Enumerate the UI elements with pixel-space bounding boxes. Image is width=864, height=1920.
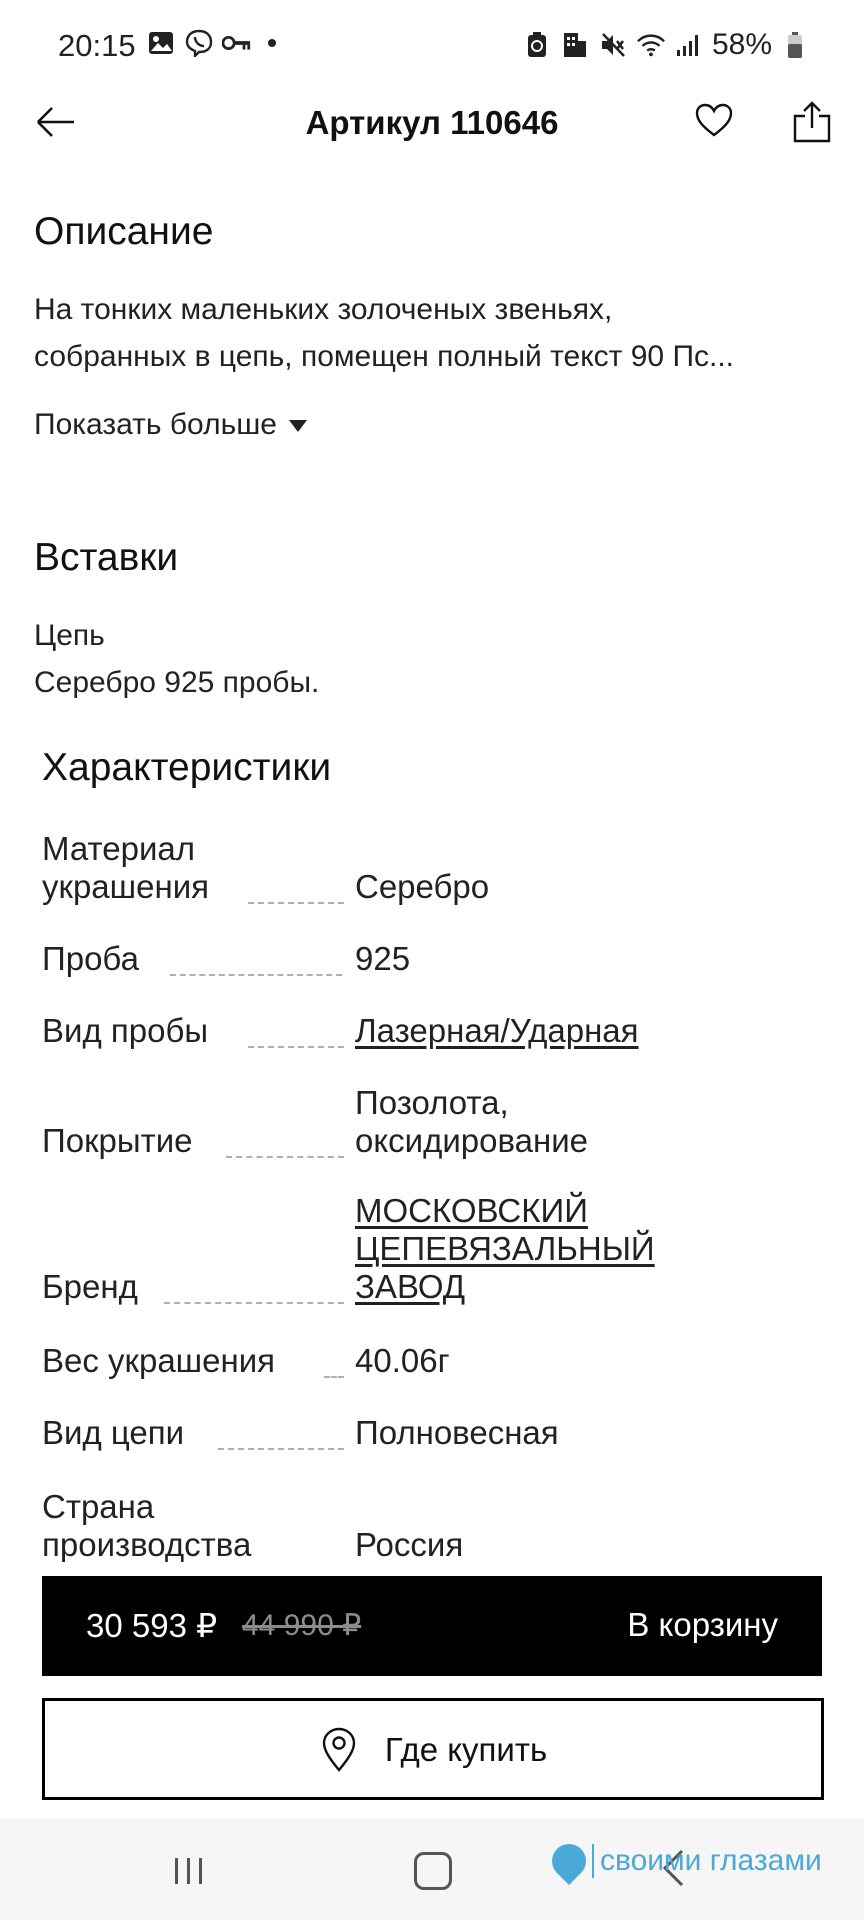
characteristic-value: 40.06г bbox=[355, 1342, 450, 1379]
status-icons-right: 58% bbox=[522, 28, 810, 62]
watermark-logo-icon bbox=[544, 1836, 594, 1886]
characteristic-value: Серебро bbox=[355, 868, 490, 905]
heart-icon bbox=[695, 103, 733, 137]
battery-icon bbox=[780, 30, 810, 60]
description-title: Описание bbox=[34, 210, 214, 253]
old-price: 44 990 ₽ bbox=[242, 1609, 362, 1642]
characteristic-label: Покрытие bbox=[42, 1122, 193, 1159]
home-button[interactable] bbox=[414, 1852, 452, 1890]
where-to-buy-label: Где купить bbox=[384, 1731, 548, 1768]
gallery-icon bbox=[146, 28, 176, 58]
characteristic-value: Полновесная bbox=[355, 1414, 559, 1451]
brand-link[interactable]: МОСКОВСКИЙ bbox=[355, 1192, 588, 1230]
add-to-cart-label: В корзину bbox=[627, 1606, 778, 1643]
characteristic-label: Страна bbox=[42, 1488, 155, 1525]
assay-type-link[interactable]: Лазерная/Ударная bbox=[355, 1012, 639, 1050]
inserts-title: Вставки bbox=[34, 536, 179, 579]
characteristic-value: Россия bbox=[355, 1526, 464, 1562]
dotted-leader bbox=[164, 1302, 344, 1304]
characteristic-label: Вид цепи bbox=[42, 1414, 185, 1451]
characteristic-value: оксидирование bbox=[355, 1122, 589, 1159]
description-text: На тонких маленьких золоченых звеньях, с… bbox=[34, 286, 834, 380]
watermark: своими глазами bbox=[544, 1836, 822, 1886]
show-more-label: Показать больше bbox=[34, 408, 277, 441]
characteristic-label: Вид пробы bbox=[42, 1012, 209, 1049]
characteristics-title: Характеристики bbox=[42, 746, 332, 789]
favorite-button[interactable] bbox=[694, 102, 738, 142]
inserts-line: Цепь bbox=[34, 619, 105, 652]
status-bar: 20:15 58% bbox=[0, 0, 864, 96]
battery-percent: 58% bbox=[711, 28, 772, 61]
dotted-leader bbox=[218, 1448, 344, 1450]
where-to-buy-content: Где купить bbox=[45, 1727, 821, 1773]
dotted-leader bbox=[248, 1046, 344, 1048]
status-time: 20:15 bbox=[58, 28, 136, 63]
description-line: На тонких маленьких золоченых звеньях, bbox=[34, 293, 613, 326]
more-notifications-dot bbox=[268, 39, 276, 47]
share-button[interactable] bbox=[792, 100, 832, 144]
status-icons-left bbox=[146, 28, 276, 58]
description-line: собранных в цепь, помещен полный текст 9… bbox=[34, 340, 735, 373]
dotted-leader bbox=[248, 902, 344, 904]
inserts-line: Серебро 925 пробы. bbox=[34, 666, 320, 699]
dotted-leader bbox=[226, 1156, 344, 1158]
battery-saver-icon bbox=[522, 30, 552, 60]
brand-link[interactable]: ЦЕПЕВЯЗАЛЬНЫЙ bbox=[355, 1230, 655, 1268]
characteristic-row: Страна производства Россия bbox=[42, 1488, 842, 1562]
system-nav-bar: своими глазами bbox=[0, 1818, 864, 1920]
characteristic-label: украшения bbox=[42, 868, 209, 905]
location-pin-icon bbox=[322, 1727, 356, 1772]
characteristic-label: Проба bbox=[42, 940, 139, 977]
recent-apps-icon bbox=[175, 1858, 202, 1884]
characteristic-label: производства bbox=[42, 1526, 252, 1562]
characteristic-label: Бренд bbox=[42, 1268, 138, 1305]
characteristic-label: Материал bbox=[42, 830, 195, 867]
share-icon bbox=[793, 101, 831, 143]
characteristic-label: Вес украшения bbox=[42, 1342, 276, 1379]
dotted-leader bbox=[170, 974, 342, 976]
watermark-text: своими глазами bbox=[592, 1844, 822, 1878]
characteristic-value: 925 bbox=[355, 940, 411, 977]
caret-down-icon bbox=[288, 420, 307, 432]
viber-icon bbox=[184, 28, 214, 58]
inserts-text: Цепь Серебро 925 пробы. bbox=[34, 612, 834, 706]
recent-apps-button[interactable] bbox=[172, 1854, 206, 1893]
show-more-button[interactable]: Показать больше bbox=[34, 408, 307, 442]
mute-icon bbox=[598, 30, 628, 60]
characteristic-value: Позолота, bbox=[355, 1084, 509, 1121]
key-icon bbox=[222, 28, 252, 58]
brand-link[interactable]: ЗАВОД bbox=[355, 1268, 465, 1306]
dotted-leader bbox=[324, 1376, 344, 1378]
wifi-icon bbox=[636, 30, 666, 60]
where-to-buy-button[interactable]: Где купить bbox=[42, 1698, 824, 1800]
building-icon bbox=[560, 30, 590, 60]
current-price: 30 593 ₽ bbox=[86, 1607, 218, 1644]
signal-icon bbox=[674, 30, 704, 60]
add-to-cart-button[interactable]: 30 593 ₽ 44 990 ₽ В корзину bbox=[42, 1576, 822, 1676]
